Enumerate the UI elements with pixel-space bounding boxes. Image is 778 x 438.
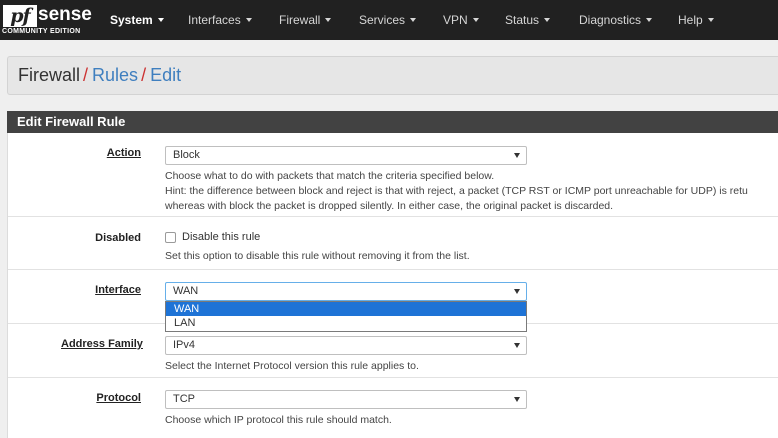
interface-option-wan[interactable]: WAN xyxy=(166,302,526,316)
logo-edition: COMMUNITY EDITION xyxy=(2,28,81,35)
breadcrumb-firewall: Firewall xyxy=(18,65,81,85)
action-help-line-2: Hint: the difference between block and r… xyxy=(165,185,748,197)
nav-help-label: Help xyxy=(678,13,703,27)
address-family-select-value: IPv4 xyxy=(173,339,196,351)
chevron-down-icon xyxy=(514,397,520,402)
nav-firewall-label: Firewall xyxy=(279,13,321,27)
caret-down-icon xyxy=(325,18,332,22)
nav-diagnostics[interactable]: Diagnostics xyxy=(579,0,653,40)
caret-down-icon xyxy=(544,18,551,22)
protocol-select-value: TCP xyxy=(173,393,195,405)
caret-down-icon xyxy=(707,18,714,22)
nav-diagnostics-label: Diagnostics xyxy=(579,13,642,27)
nav-vpn-label: VPN xyxy=(443,13,468,27)
nav-vpn[interactable]: VPN xyxy=(443,0,479,40)
action-select[interactable]: Block xyxy=(165,146,527,165)
chevron-down-icon xyxy=(514,153,520,158)
interface-select[interactable]: WAN xyxy=(165,282,527,301)
address-family-select[interactable]: IPv4 xyxy=(165,336,527,355)
caret-down-icon xyxy=(646,18,653,22)
disabled-label: Disabled xyxy=(95,232,141,244)
pfsense-logo[interactable]: pf sense COMMUNITY EDITION xyxy=(0,0,92,40)
protocol-label: Protocol xyxy=(96,392,141,404)
row-divider xyxy=(8,216,778,217)
nav-help[interactable]: Help xyxy=(678,0,714,40)
row-divider xyxy=(8,377,778,378)
nav-system-label: System xyxy=(110,13,153,27)
disable-rule-checkbox-label[interactable]: Disable this rule xyxy=(182,231,260,243)
protocol-select[interactable]: TCP xyxy=(165,390,527,409)
row-divider xyxy=(8,269,778,270)
nav-services[interactable]: Services xyxy=(359,0,417,40)
disabled-help: Set this option to disable this rule wit… xyxy=(165,250,470,262)
breadcrumb-rules-link[interactable]: Rules xyxy=(92,65,138,85)
nav-services-label: Services xyxy=(359,13,406,27)
action-select-value: Block xyxy=(173,149,200,161)
action-help-line-3: whereas with block the packet is dropped… xyxy=(165,200,614,212)
breadcrumb: Firewall / Rules / Edit xyxy=(7,56,778,95)
logo-text: sense xyxy=(38,4,92,25)
action-help-line-1: Choose what to do with packets that matc… xyxy=(165,170,495,182)
disable-rule-checkbox[interactable] xyxy=(165,232,176,243)
chevron-down-icon xyxy=(514,289,520,294)
interface-dropdown-list: WAN LAN xyxy=(165,301,527,332)
interface-option-lan[interactable]: LAN xyxy=(166,316,526,330)
breadcrumb-separator: / xyxy=(141,65,147,85)
interface-label: Interface xyxy=(95,284,141,296)
breadcrumb-separator: / xyxy=(83,65,89,85)
caret-down-icon xyxy=(245,18,252,22)
nav-firewall[interactable]: Firewall xyxy=(279,0,332,40)
breadcrumb-edit-link[interactable]: Edit xyxy=(150,65,181,85)
caret-down-icon xyxy=(472,18,479,22)
nav-status-label: Status xyxy=(505,13,540,27)
nav-interfaces[interactable]: Interfaces xyxy=(188,0,252,40)
address-family-label: Address Family xyxy=(61,338,143,350)
nav-status[interactable]: Status xyxy=(505,0,551,40)
interface-select-value: WAN xyxy=(173,285,199,297)
panel-heading: Edit Firewall Rule xyxy=(7,111,778,133)
nav-system[interactable]: System xyxy=(110,0,164,40)
nav-interfaces-label: Interfaces xyxy=(188,13,241,27)
chevron-down-icon xyxy=(514,343,520,348)
top-navbar: pf sense COMMUNITY EDITION System Interf… xyxy=(0,0,778,40)
logo-mark: pf xyxy=(3,5,37,27)
address-family-help: Select the Internet Protocol version thi… xyxy=(165,360,419,372)
caret-down-icon xyxy=(157,18,164,22)
caret-down-icon xyxy=(410,18,417,22)
action-label: Action xyxy=(106,147,141,159)
protocol-help: Choose which IP protocol this rule shoul… xyxy=(165,414,392,426)
